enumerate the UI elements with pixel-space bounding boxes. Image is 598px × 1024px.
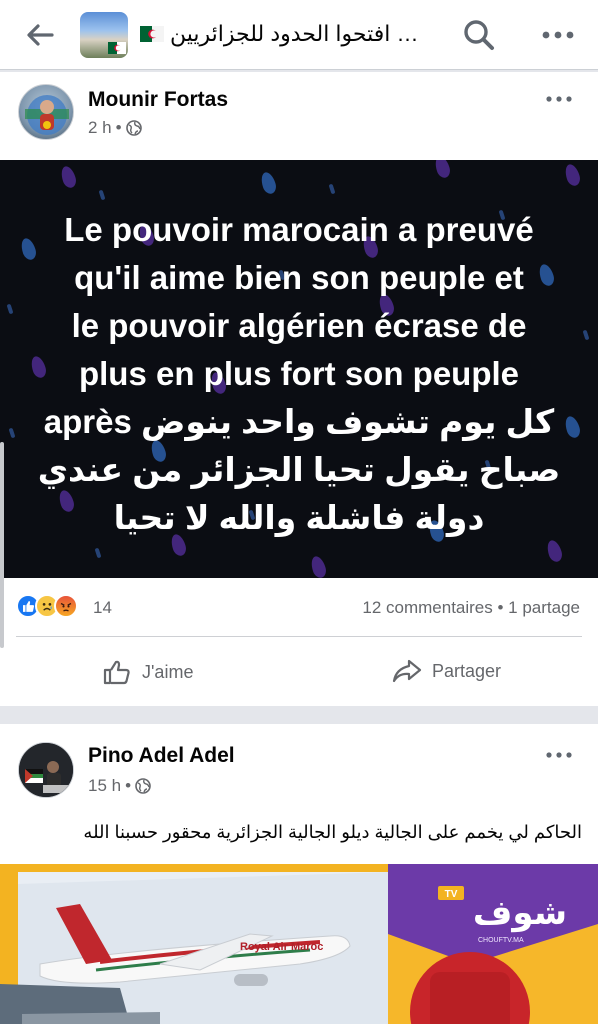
post-time[interactable]: 15 h — [88, 776, 121, 796]
reaction-count[interactable]: 14 — [93, 598, 112, 618]
globe-icon — [135, 778, 151, 794]
banner-text: Le pouvoir marocain a preuvé qu'il aime … — [20, 206, 578, 542]
airline-tv-image: Royal Air Maroc شوف TV CHOUFTV.MA — [0, 864, 598, 1024]
post-card: Pino Adel Adel 15 h • الحاكم لي يخمم على… — [0, 724, 598, 1024]
post-time[interactable]: 2 h — [88, 118, 112, 138]
post-meta: 2 h • — [88, 118, 142, 138]
avatar-image — [19, 743, 73, 797]
airline-logo-text: Royal Air Maroc — [240, 941, 323, 953]
rain-streak-decoration — [582, 329, 590, 341]
text-post-banner[interactable]: Le pouvoir marocain a preuvé qu'il aime … — [0, 160, 598, 578]
avatar-image — [25, 95, 69, 135]
channel-url-text: CHOUFTV.MA — [478, 937, 524, 944]
globe-icon — [125, 120, 142, 136]
avatar[interactable] — [18, 84, 74, 140]
meta-dot: • — [125, 776, 132, 795]
group-cover-thumbnail[interactable] — [80, 12, 128, 58]
post-more-icon[interactable] — [545, 92, 573, 106]
like-button[interactable]: J'aime — [102, 658, 193, 686]
share-button[interactable]: Partager — [392, 658, 501, 684]
post-author-name[interactable]: Mounir Fortas — [88, 88, 228, 112]
post-meta: 15 h • — [88, 776, 151, 796]
more-horizontal-icon[interactable] — [540, 22, 576, 48]
rain-streak-decoration — [328, 183, 336, 195]
facebook-group-feed: … افتحوا الحدود للجزائريين Mounir Fortas… — [0, 0, 598, 1024]
share-label: Partager — [432, 660, 502, 681]
channel-logo-text: شوف — [473, 893, 567, 933]
rain-streak-decoration — [8, 427, 16, 439]
group-top-bar: … افتحوا الحدود للجزائريين — [0, 0, 598, 70]
banner-line: qu'il aime bien son peuple et — [74, 259, 524, 296]
rain-streak-decoration — [94, 547, 102, 559]
algeria-flag-icon — [108, 42, 126, 54]
channel-tv-text: TV — [445, 889, 458, 900]
rain-streak-decoration — [6, 303, 14, 315]
post-image[interactable]: Royal Air Maroc شوف TV CHOUFTV.MA — [0, 864, 598, 1024]
rain-drop-decoration — [258, 170, 279, 196]
rain-drop-decoration — [544, 538, 565, 564]
banner-line: le pouvoir algérien écrase de — [71, 307, 527, 344]
algeria-flag-icon — [140, 26, 164, 42]
post-text: الحاكم لي يخمم على الجالية ديلو الجالية … — [83, 822, 582, 842]
rain-drop-decoration — [432, 160, 453, 180]
banner-line-arabic: دولة فاشلة والله لا تحيا — [113, 499, 485, 536]
comments-shares-count[interactable]: 12 commentaires • 1 partage — [362, 598, 580, 618]
banner-line-arabic: كل يوم تشوف واحد ينوض après — [43, 403, 555, 440]
angry-reaction-icon — [54, 594, 78, 618]
rain-streak-decoration — [98, 189, 106, 201]
rain-drop-decoration — [308, 554, 329, 578]
like-label: J'aime — [142, 661, 194, 682]
banner-line: Le pouvoir marocain a preuvé — [64, 211, 534, 248]
post-more-icon[interactable] — [545, 748, 573, 762]
like-thumb-icon — [103, 660, 130, 685]
post-author-name[interactable]: Pino Adel Adel — [88, 744, 235, 768]
banner-line: plus en plus fort son peuple — [78, 355, 520, 392]
banner-line-arabic: صباح يقول تحيا الجزائر من عندي — [37, 451, 561, 488]
reaction-icons[interactable] — [16, 594, 78, 618]
back-arrow-icon[interactable] — [24, 20, 56, 50]
post-card: Mounir Fortas 2 h • Le pouvoir marocain … — [0, 72, 598, 706]
share-arrow-icon — [392, 659, 422, 683]
search-icon[interactable] — [462, 18, 496, 52]
post-divider — [16, 636, 582, 637]
rain-drop-decoration — [562, 162, 583, 188]
scrollbar-edge[interactable] — [0, 442, 4, 648]
rain-drop-decoration — [58, 164, 79, 190]
avatar[interactable] — [18, 742, 74, 798]
group-title[interactable]: … افتحوا الحدود للجزائريين — [170, 21, 432, 47]
meta-dot: • — [115, 118, 122, 137]
